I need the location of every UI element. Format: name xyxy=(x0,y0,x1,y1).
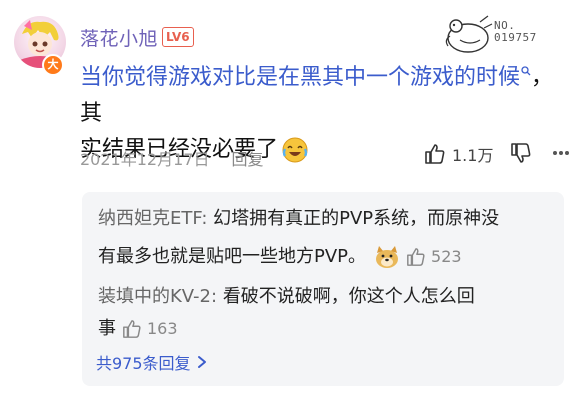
level-badge: LV6 xyxy=(162,27,194,47)
reply-like-button[interactable]: 163 xyxy=(122,312,178,346)
reply-item[interactable]: 纳西妲克ETF: 幻塔拥有真正的PVP系统，而原神没 xyxy=(98,202,499,236)
reply-button[interactable]: 回复 xyxy=(231,150,263,169)
username[interactable]: 落花小旭 xyxy=(80,24,158,51)
doge-emoji xyxy=(376,246,399,268)
thumbs-up-icon xyxy=(123,320,141,338)
reply-like-count: 523 xyxy=(431,247,462,266)
reply-like-count: 163 xyxy=(147,319,178,338)
avatar-badge: 大 xyxy=(42,54,64,76)
reply-item-cont: 有最多也就是贴吧一些地方PVP。 523 xyxy=(98,240,462,274)
view-all-replies-link[interactable]: 共975条回复 xyxy=(96,350,207,374)
reply-like-button[interactable]: 523 xyxy=(406,240,462,274)
comment-date: 2021年12月17日 xyxy=(80,150,210,169)
more-icon[interactable] xyxy=(552,150,570,156)
reply-text: 看破不说破啊，你这个人怎么回 xyxy=(222,286,475,307)
reply-text: 有最多也就是贴吧一些地方PVP。 xyxy=(98,246,367,267)
reply-text: 幻塔拥有真正的PVP系统，而原神没 xyxy=(213,208,500,229)
chevron-right-icon xyxy=(197,356,206,368)
reply-item-cont: 事 163 xyxy=(98,312,178,346)
stamp-number: NO. 019757 xyxy=(494,19,537,44)
reply-author[interactable]: 装填中的KV-2 xyxy=(98,286,211,307)
laugh-cry-emoji xyxy=(282,137,308,163)
thumbs-up-icon xyxy=(425,144,445,164)
thumbs-down-icon[interactable] xyxy=(510,142,532,164)
reply-text: 事 xyxy=(98,318,116,339)
all-replies-label: 共975条回复 xyxy=(96,354,191,373)
comment-link[interactable]: 当你觉得游戏对比是在黑其中一个游戏的时候 xyxy=(80,65,520,90)
comment-meta: 2021年12月17日 回复 xyxy=(80,146,263,170)
search-icon[interactable] xyxy=(521,66,531,76)
reply-author[interactable]: 纳西妲克ETF xyxy=(98,208,201,229)
like-button[interactable]: 1.1万 xyxy=(424,142,493,166)
like-count: 1.1万 xyxy=(452,146,494,165)
reply-item[interactable]: 装填中的KV-2: 看破不说破啊，你这个人怎么回 xyxy=(98,280,475,314)
thumbs-up-icon xyxy=(407,248,425,266)
